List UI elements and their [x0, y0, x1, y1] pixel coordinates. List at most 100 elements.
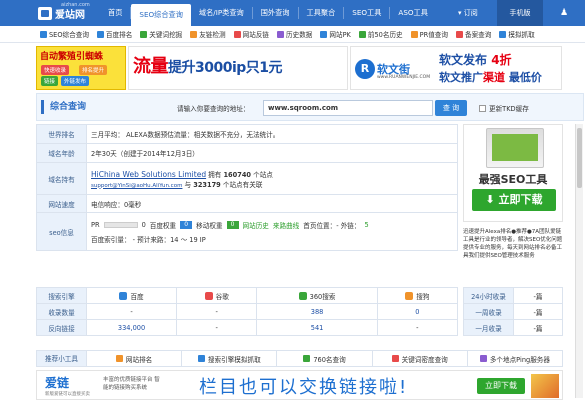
quick-tool-8[interactable]: PR值查询 [407, 29, 452, 39]
seo-tool-ad[interactable]: 最强SEO工具 ⬇ 立即下载 [463, 124, 563, 222]
tool-icon [303, 355, 311, 362]
seo-info-value: PR 0 百度权重 0 移动权重 0 网站历史 来路曲线 首页位置：- 外链： … [86, 212, 458, 251]
nav-seo-query[interactable]: SEO综合查询 [131, 4, 191, 26]
nav-home[interactable]: 首页 [100, 0, 130, 26]
stats-cell[interactable]: 0 [376, 303, 459, 320]
domain-age-key: 域名年龄 [36, 143, 87, 163]
ailian-brand-text: 爱链 [45, 376, 70, 390]
user-icon[interactable]: ♟ [543, 0, 585, 26]
external-links-value[interactable]: 5 [365, 221, 369, 229]
tool-icon [320, 30, 328, 38]
download-button[interactable]: ⬇ 立即下载 [472, 189, 556, 211]
homepage-position: 首页位置：- 外链： [303, 221, 361, 230]
seo-tool-description: 迅速提升Alexa排名●推荐●7A团队爱链工具是行业的领导者，解决SEO优化问题… [463, 229, 563, 259]
line1-highlight: 4折 [491, 53, 512, 67]
ad-pill: 快速收录 [41, 65, 70, 75]
quick-tool-2[interactable]: 关键词挖掘 [136, 29, 186, 39]
ailian-download-button[interactable]: 立即下载 [477, 378, 525, 394]
ad-traffic-rest: 提升3000ip只1元 [168, 60, 283, 76]
recent-index-key: 一月收录 [463, 319, 514, 336]
quick-tool-0[interactable]: SEO综合查询 [36, 29, 93, 39]
ailian-illustration [531, 374, 559, 398]
tool-icon [190, 30, 198, 38]
recent-index-key: 一周收录 [463, 303, 514, 320]
update-tkd-checkbox[interactable]: 更新TKD缓存 [479, 103, 529, 113]
site-logo[interactable]: 爱站网 [38, 6, 85, 21]
ruanwenjie-logo-icon: R [355, 58, 375, 79]
url-input[interactable] [263, 100, 433, 116]
recent-index-value: -篇 [513, 319, 563, 336]
recent-index-row: 一周收录 -篇 [463, 303, 563, 320]
main-nav: 首页 SEO综合查询 域名/IP类查询 国外查询 工具聚合 SEO工具 ASO工… [100, 0, 436, 26]
baidu-weight-value: 0 [180, 220, 193, 229]
quick-tool-5[interactable]: 历史数据 [273, 29, 316, 39]
stats-cell: - [176, 303, 258, 320]
ailian-brand-sub: 新版爱链可以直接买卖 [45, 392, 90, 397]
engine-label: 谷歌 [177, 291, 256, 301]
tool-icon [499, 30, 507, 38]
quick-tool-10[interactable]: 模拟抓取 [495, 29, 538, 39]
domain-age-value: 2年30天（创建于2014年12月3日） [86, 143, 458, 163]
quick-tool-3[interactable]: 友链检测 [186, 29, 229, 39]
recommended-tool-3[interactable]: 关键词密度查询 [373, 351, 468, 366]
top-navbar: 爱站网 aizhan.com 首页 SEO综合查询 域名/IP类查询 国外查询 … [0, 0, 585, 26]
quick-tool-label: 历史数据 [286, 31, 313, 39]
engine-label: 搜狗 [378, 291, 457, 301]
owner-email-link[interactable]: support@YinSi@aoHu.AliYun.com [91, 183, 182, 189]
owner-link[interactable]: HiChina Web Solutions Limited [91, 170, 206, 179]
recent-index-row: 一月收录 -篇 [463, 319, 563, 336]
tool-icon [197, 355, 205, 362]
ailian-ad-banner[interactable]: 爱链 新版爱链可以直接买卖 丰富的优质链接平台 智能的链接购买系统 栏目也可以交换… [36, 370, 563, 400]
recent-index-value: -篇 [513, 287, 563, 304]
engine-icon [298, 291, 307, 300]
stats-cell[interactable]: 541 [256, 319, 378, 336]
recommended-tool-4[interactable]: 多个地点Ping服务器 [468, 351, 562, 366]
mobile-version-link[interactable]: 手机版 [497, 0, 543, 26]
scrollbar[interactable] [575, 124, 583, 398]
recommended-tool-0[interactable]: 网站排名 [87, 351, 183, 366]
nav-foreign[interactable]: 国外查询 [253, 0, 298, 26]
stats-cell[interactable]: 388 [256, 303, 378, 320]
quick-tool-4[interactable]: 网站反链 [230, 29, 273, 39]
ad-spider-banner[interactable]: 自动繁殖引蜘蛛 快速收录 排名提升 链接 外链发布 [36, 46, 126, 90]
traffic-curve-link[interactable]: 来路曲线 [273, 220, 299, 230]
checkbox-box[interactable] [479, 104, 486, 112]
recommended-tools-bar: 推荐小工具 网站排名 搜索引擎模拟抓取 760名查询 关键词密度查询 多个地点Ping服… [36, 350, 563, 367]
site-history-link[interactable]: 网站历史 [243, 220, 269, 230]
nav-aso-tools[interactable]: ASO工具 [390, 0, 436, 26]
tool-icon [96, 30, 104, 38]
recommended-tool-2[interactable]: 760名查询 [277, 351, 373, 366]
scrollbar-thumb[interactable] [577, 128, 582, 188]
recommended-tool-label: 网站排名 [125, 355, 153, 364]
nav-tools[interactable]: 工具聚合 [299, 0, 344, 26]
logo-subtext: aizhan.com [61, 2, 90, 8]
tool-icon [410, 30, 418, 38]
ad-ruanwenjie-banner[interactable]: R 软文街 www.RUANWENJIE.COM 软文发布 4折 软文推广渠道 … [350, 46, 562, 90]
quick-tool-1[interactable]: 百度排名 [93, 29, 136, 39]
ad-ruanwenjie-line1: 软文发布 4折 [439, 51, 512, 68]
stats-row: 收录数量 - -388 0 [36, 303, 459, 320]
pr-bar [103, 221, 138, 228]
seo-tool-title: 最强SEO工具 [478, 173, 548, 186]
world-rank-key: 世界排名 [36, 124, 87, 144]
ad-traffic-banner[interactable]: 流量提升3000ip只1元 [128, 46, 348, 90]
quick-tool-9[interactable]: 备案查询 [452, 29, 495, 39]
subscribe-menu[interactable]: ▾ 订阅 [458, 0, 478, 26]
recommended-tool-1[interactable]: 搜索引擎模拟抓取 [182, 351, 278, 366]
recent-index-table: 24小时收录 -篇 一周收录 -篇 一月收录 -篇 [463, 287, 563, 336]
engine-name: 谷歌 [215, 292, 229, 301]
ad-ruanwenjie-line2: 软文推广渠道 最低价 [439, 69, 542, 85]
tool-icon [40, 30, 47, 38]
query-button[interactable]: 查 询 [435, 100, 467, 116]
nav-seo-tools[interactable]: SEO工具 [344, 0, 389, 26]
nav-domain-ip[interactable]: 域名/IP类查询 [191, 0, 252, 26]
recommended-tool-label: 搜索引擎模拟抓取 [207, 355, 261, 364]
ad-ruanwenjie-logo: R 软文街 www.RUANWENJIE.COM [355, 51, 431, 86]
quick-tool-7[interactable]: 前50名历史 [355, 29, 407, 39]
quick-tool-6[interactable]: 网站PK [316, 29, 355, 39]
site-info-table: 世界排名 三月平均： ALEXA数据预估流量：相关数据不充分，无法统计。 域名年… [36, 124, 458, 251]
stats-cell[interactable]: 334,000 [85, 319, 178, 336]
recent-index-value: -篇 [513, 303, 563, 320]
engine-icon [119, 291, 128, 300]
ad-pill: 外链发布 [61, 76, 90, 86]
